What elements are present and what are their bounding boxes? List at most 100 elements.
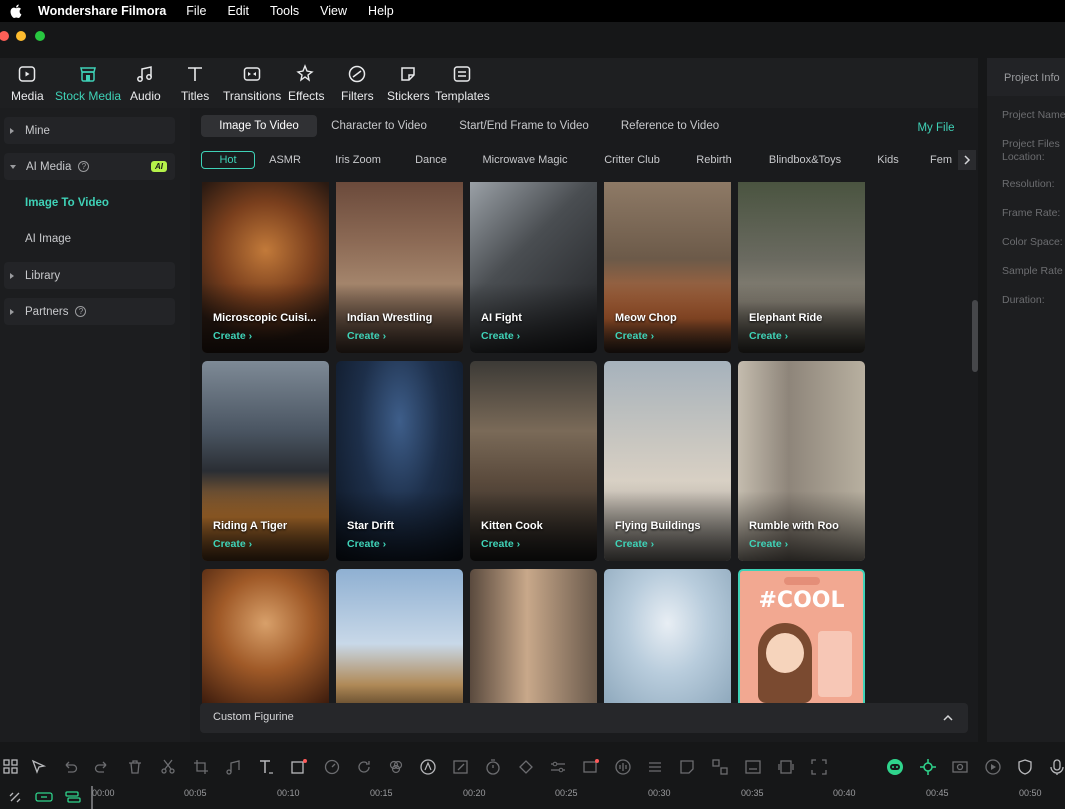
create-button[interactable]: Create › xyxy=(213,538,252,550)
speed-icon[interactable] xyxy=(323,758,341,776)
help-icon[interactable]: ? xyxy=(75,306,87,317)
chip-rebirth[interactable]: Rebirth xyxy=(692,151,736,169)
play-preview-icon[interactable] xyxy=(984,758,1002,776)
template-card[interactable]: Elephant Ride Create › xyxy=(738,182,865,353)
create-button[interactable]: Create › xyxy=(481,330,520,342)
shape-tool-icon[interactable] xyxy=(290,758,308,776)
screen-record-icon[interactable] xyxy=(582,758,600,776)
chips-next-button[interactable] xyxy=(958,150,976,170)
crop-icon[interactable] xyxy=(192,758,210,776)
delete-trash-icon[interactable] xyxy=(126,758,144,776)
adjust-icon[interactable] xyxy=(549,758,567,776)
create-button[interactable]: Create › xyxy=(347,330,386,342)
sidebar-item-ai-media[interactable]: AI Media ? AI xyxy=(4,153,175,180)
mask-icon[interactable] xyxy=(517,758,535,776)
apple-icon[interactable] xyxy=(8,4,22,18)
link-clip-icon[interactable] xyxy=(35,789,53,805)
create-button[interactable]: Create › xyxy=(749,330,788,342)
toolbar-effects[interactable]: Effects xyxy=(288,64,324,103)
chip-dance[interactable]: Dance xyxy=(410,151,452,169)
template-card-selected[interactable]: #COOL xyxy=(738,569,865,705)
unlink-icon[interactable] xyxy=(7,789,23,805)
color-icon[interactable] xyxy=(387,758,405,776)
chip-blindbox-toys[interactable]: Blindbox&Toys xyxy=(766,151,844,169)
app-name-menu[interactable]: Wondershare Filmora xyxy=(38,4,166,18)
tab-start-end-frame[interactable]: Start/End Frame to Video xyxy=(454,115,594,137)
sidebar-item-mine[interactable]: Mine xyxy=(4,117,175,144)
toolbar-stock-media[interactable]: Stock Media xyxy=(55,64,121,103)
create-button[interactable]: Create › xyxy=(615,330,654,342)
shield-icon[interactable] xyxy=(1016,758,1034,776)
chip-hot[interactable]: Hot xyxy=(201,151,255,169)
chip-microwave-magic[interactable]: Microwave Magic xyxy=(480,151,570,169)
create-button[interactable]: Create › xyxy=(481,538,520,550)
template-card[interactable]: Flying Buildings Create › xyxy=(604,361,731,561)
group-icon[interactable] xyxy=(646,758,664,776)
menu-tools[interactable]: Tools xyxy=(270,4,299,18)
grid-scrollbar[interactable] xyxy=(972,300,978,372)
template-card[interactable]: Star Drift Create › xyxy=(336,361,463,561)
template-card[interactable]: Kitten Cook Create › xyxy=(470,361,597,561)
create-button[interactable]: Create › xyxy=(213,330,252,342)
minimize-window-button[interactable] xyxy=(16,31,26,41)
sidebar-item-partners[interactable]: Partners ? xyxy=(4,298,175,325)
create-button[interactable]: Create › xyxy=(749,538,788,550)
select-pointer-icon[interactable] xyxy=(30,758,48,776)
toolbar-templates[interactable]: Templates xyxy=(435,64,490,103)
track-manage-icon[interactable] xyxy=(64,789,82,805)
frame-convert-icon[interactable] xyxy=(711,758,729,776)
help-icon[interactable]: ? xyxy=(78,161,90,172)
fit-screen-icon[interactable] xyxy=(810,758,828,776)
tab-reference-to-video[interactable]: Reference to Video xyxy=(614,115,726,137)
split-scissors-icon[interactable] xyxy=(159,758,177,776)
timer-icon[interactable] xyxy=(484,758,502,776)
template-card[interactable]: Riding A Tiger Create › xyxy=(202,361,329,561)
template-card[interactable]: Meow Chop Create › xyxy=(604,182,731,353)
rotate-icon[interactable] xyxy=(355,758,373,776)
ai-assistant-icon[interactable] xyxy=(886,758,904,776)
template-card[interactable]: AI Fight Create › xyxy=(470,182,597,353)
template-card[interactable] xyxy=(470,569,597,705)
ai-tool-icon[interactable] xyxy=(419,758,437,776)
create-button[interactable]: Create › xyxy=(347,538,386,550)
zoom-window-button[interactable] xyxy=(35,31,45,41)
chevron-up-icon[interactable] xyxy=(943,714,953,721)
template-card[interactable] xyxy=(336,569,463,705)
sidebar-item-image-to-video[interactable]: Image To Video xyxy=(25,197,109,209)
toolbar-stickers[interactable]: Stickers xyxy=(387,64,430,103)
toolbar-titles[interactable]: Titles xyxy=(181,64,209,103)
tab-character-to-video[interactable]: Character to Video xyxy=(325,115,433,137)
sidebar-item-ai-image[interactable]: AI Image xyxy=(25,233,71,245)
snap-magnet-icon[interactable] xyxy=(919,758,937,776)
toolbar-filters[interactable]: Filters xyxy=(341,64,374,103)
audio-waveform-icon[interactable] xyxy=(614,758,632,776)
tab-image-to-video[interactable]: Image To Video xyxy=(201,115,317,137)
audio-edit-icon[interactable] xyxy=(224,758,242,776)
template-card[interactable] xyxy=(604,569,731,705)
layout-grid-icon[interactable] xyxy=(2,758,20,776)
template-card[interactable]: Indian Wrestling Create › xyxy=(336,182,463,353)
template-card[interactable]: Rumble with Roo Create › xyxy=(738,361,865,561)
toolbar-media[interactable]: Media xyxy=(11,64,44,103)
template-card[interactable] xyxy=(202,569,329,705)
menu-file[interactable]: File xyxy=(186,4,206,18)
undo-icon[interactable] xyxy=(61,758,79,776)
redo-icon[interactable] xyxy=(93,758,111,776)
chip-critter-club[interactable]: Critter Club xyxy=(600,151,664,169)
my-file-link[interactable]: My File xyxy=(906,117,966,139)
menu-help[interactable]: Help xyxy=(368,4,394,18)
text-tool-icon[interactable] xyxy=(257,758,275,776)
toolbar-transitions[interactable]: Transitions xyxy=(223,64,281,103)
freeze-frame-icon[interactable] xyxy=(777,758,795,776)
chip-kids[interactable]: Kids xyxy=(874,151,902,169)
timeline-ruler[interactable]: 00:00 00:05 00:10 00:15 00:20 00:25 00:3… xyxy=(0,786,1065,809)
microphone-icon[interactable] xyxy=(1048,758,1065,776)
render-preview-icon[interactable] xyxy=(951,758,969,776)
sidebar-item-library[interactable]: Library xyxy=(4,262,175,289)
sticker-edit-icon[interactable] xyxy=(678,758,696,776)
chip-fem[interactable]: Fem xyxy=(930,151,956,169)
subtitle-icon[interactable] xyxy=(744,758,762,776)
chip-iris-zoom[interactable]: Iris Zoom xyxy=(331,151,385,169)
create-button[interactable]: Create › xyxy=(615,538,654,550)
edit-frame-icon[interactable] xyxy=(452,758,470,776)
